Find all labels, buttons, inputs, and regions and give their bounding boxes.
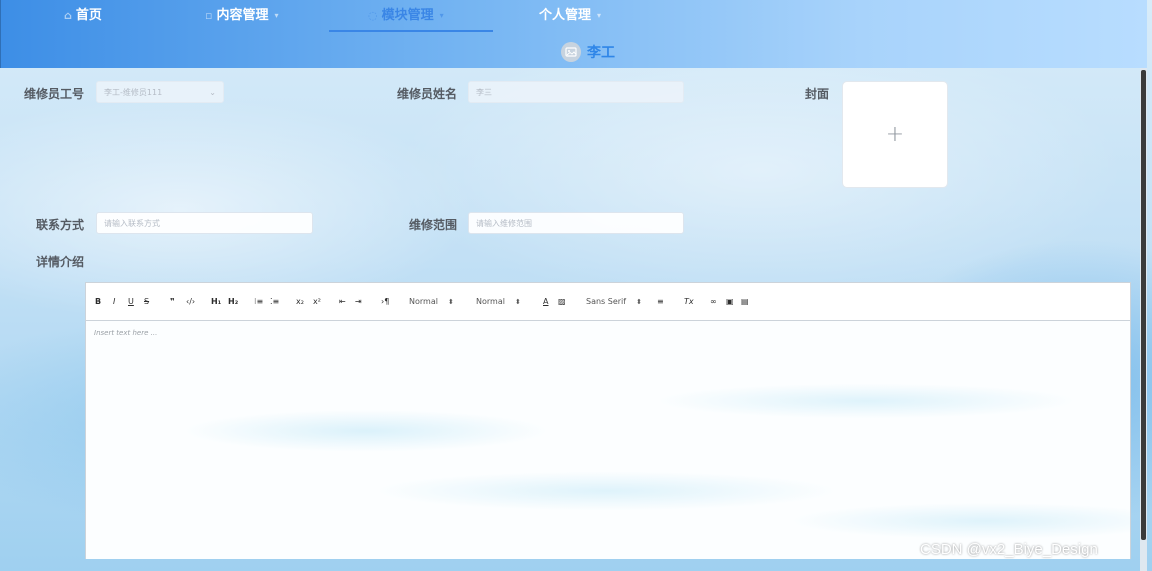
chevron-updown-icon: ⬍ [447, 298, 454, 306]
vertical-scrollbar-thumb[interactable] [1141, 70, 1146, 540]
blockquote-button[interactable]: ❞ [170, 296, 175, 308]
detail-label: 详情介绍 [35, 255, 84, 269]
document-icon: ▫ [205, 9, 213, 22]
text-color-button[interactable]: A [543, 296, 548, 308]
editor-toolbar: B I U S ❞ ‹/› H₁ H₂ ⁝≡ ⁚≡ x₂ x² ⇤ ⇥ ›¶ N… [86, 283, 1130, 321]
contact-label: 联系方式 [35, 218, 84, 232]
chevron-down-icon: ▾ [439, 11, 444, 20]
bold-button[interactable]: B [95, 296, 101, 308]
editor-content-area[interactable]: Insert text here ... [86, 321, 1130, 559]
header-1-button[interactable]: H₁ [211, 296, 221, 308]
italic-button[interactable]: I [113, 296, 115, 308]
contact-placeholder: 请输入联系方式 [104, 219, 160, 228]
strike-button[interactable]: S [144, 296, 149, 308]
image-icon[interactable]: ▣ [726, 296, 734, 308]
outdent-button[interactable]: ⇤ [339, 296, 346, 308]
background-color-button[interactable]: ▨ [558, 296, 566, 308]
home-icon: ⌂ [64, 9, 72, 22]
header-2-button[interactable]: H₂ [228, 296, 238, 308]
image-icon [565, 47, 577, 57]
scope-field[interactable]: 请输入维修范围 [468, 212, 684, 234]
user-name: 李工 [587, 45, 615, 61]
size-picker[interactable]: Normal ⬍ [409, 296, 454, 308]
chevron-updown-icon: ⬍ [514, 298, 521, 306]
editor-placeholder: Insert text here ... [94, 329, 158, 337]
align-button[interactable]: ≡ [657, 296, 664, 308]
chevron-updown-icon: ⬍ [636, 298, 642, 306]
underline-button[interactable]: U [128, 296, 134, 308]
user-menu[interactable]: 李工 [561, 42, 615, 62]
nav-label-home: 首页 [75, 8, 102, 23]
worker-id-value: 李工-维修员111 [104, 88, 163, 97]
subscript-button[interactable]: x₂ [296, 296, 304, 308]
worker-name-label: 维修员姓名 [396, 87, 457, 101]
link-icon[interactable]: ∞ [710, 296, 717, 308]
module-icon: ◌ [368, 9, 378, 22]
font-picker-value: Sans Serif [586, 297, 627, 306]
text-direction-button[interactable]: ›¶ [381, 296, 389, 308]
worker-id-label: 维修员工号 [23, 87, 84, 101]
header-picker[interactable]: Normal ⬍ [476, 296, 521, 308]
worker-name-value: 李三 [476, 88, 492, 97]
ordered-list-button[interactable]: ⁝≡ [254, 296, 263, 308]
font-picker[interactable]: Sans Serif ⬍ [586, 296, 642, 308]
chevron-down-icon: ⌄ [209, 88, 216, 97]
chevron-down-icon: ▾ [597, 11, 602, 20]
avatar [561, 42, 581, 62]
chevron-down-icon: ▾ [274, 11, 279, 20]
worker-name-field[interactable]: 李三 [468, 81, 684, 103]
scope-label: 维修范围 [408, 218, 457, 232]
nav-label-module: 模块管理 [381, 8, 434, 23]
nav-label-content: 内容管理 [216, 8, 269, 23]
video-icon[interactable]: ▤ [741, 296, 749, 308]
size-picker-value: Normal [409, 297, 438, 306]
rich-text-editor: B I U S ❞ ‹/› H₁ H₂ ⁝≡ ⁚≡ x₂ x² ⇤ ⇥ ›¶ N… [85, 282, 1131, 559]
nav-item-home[interactable]: ⌂ 首页 [64, 6, 102, 26]
contact-field[interactable]: 请输入联系方式 [96, 212, 313, 234]
header-picker-value: Normal [476, 297, 505, 306]
nav-label-personal: 个人管理 [539, 8, 592, 23]
plus-icon: + [885, 122, 905, 147]
cover-upload-button[interactable]: + [842, 81, 948, 188]
bullet-list-button[interactable]: ⁚≡ [270, 296, 279, 308]
nav-item-content-management[interactable]: ▫ 内容管理 ▾ [205, 6, 279, 26]
watermark-text: CSDN @vx2_Biye_Design [920, 541, 1098, 558]
clear-format-button[interactable]: Tx [684, 296, 694, 308]
indent-button[interactable]: ⇥ [355, 296, 362, 308]
cover-label: 封面 [804, 87, 829, 101]
nav-item-personal-management[interactable]: 个人管理 ▾ [539, 6, 601, 26]
scope-placeholder: 请输入维修范围 [476, 219, 532, 228]
worker-id-select[interactable]: 李工-维修员111 ⌄ [96, 81, 224, 103]
code-block-button[interactable]: ‹/› [186, 296, 195, 308]
active-tab-underline [329, 30, 493, 32]
top-navigation-bar: ⌂ 首页 ▫ 内容管理 ▾ ◌ 模块管理 ▾ 个人管理 ▾ 李工 [0, 0, 1147, 68]
superscript-button[interactable]: x² [313, 296, 321, 308]
nav-item-module-management[interactable]: ◌ 模块管理 ▾ [368, 6, 444, 26]
